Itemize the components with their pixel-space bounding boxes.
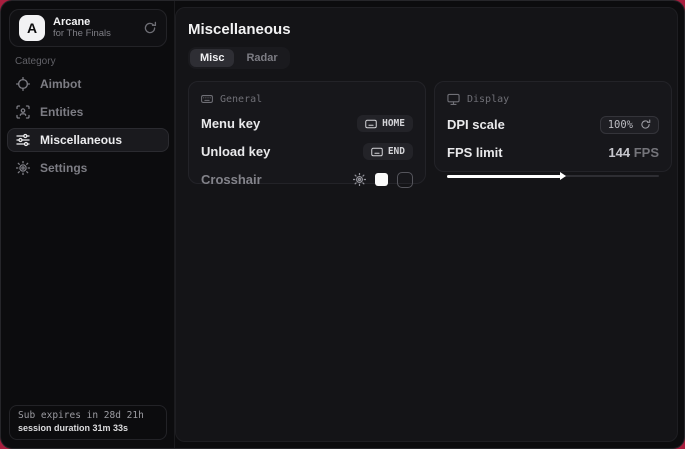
sidebar-item-entities[interactable]: Entities <box>7 100 169 124</box>
sidebar-item-aimbot[interactable]: Aimbot <box>7 72 169 96</box>
crosshair-color-swatch[interactable] <box>375 173 388 186</box>
display-card: Display DPI scale 100% FPS limit <box>434 81 672 172</box>
menu-key-row: Menu key HOME <box>201 114 413 133</box>
dpi-label: DPI scale <box>447 117 505 132</box>
unload-key-button[interactable]: END <box>363 143 413 160</box>
display-card-header: Display <box>447 93 659 106</box>
dpi-value: 100% <box>608 119 633 131</box>
crosshair-icon <box>16 77 30 91</box>
gear-icon <box>16 161 30 175</box>
app-window: A Arcane for The Finals Category <box>0 0 685 449</box>
category-label: Category <box>15 56 56 67</box>
sidebar-item-settings[interactable]: Settings <box>7 156 169 180</box>
menu-key-value: HOME <box>382 118 405 129</box>
scan-person-icon <box>16 105 30 119</box>
subscription-footer: Sub expires in 28d 21h session duration … <box>9 405 167 440</box>
fps-label: FPS limit <box>447 145 503 160</box>
crosshair-label: Crosshair <box>201 172 262 187</box>
fps-slider-fill <box>447 175 561 178</box>
keyboard-icon <box>365 119 377 129</box>
tab-radar[interactable]: Radar <box>236 49 287 67</box>
fps-slider[interactable] <box>447 175 659 177</box>
general-card-title: General <box>220 94 262 105</box>
tab-bar: Misc Radar <box>188 47 290 69</box>
reset-icon[interactable] <box>640 119 651 130</box>
app-logo: A <box>19 15 45 41</box>
sidebar-item-label: Aimbot <box>40 77 81 91</box>
app-subtitle: for The Finals <box>53 29 143 40</box>
fps-unit: FPS <box>634 145 659 160</box>
dpi-scale-control[interactable]: 100% <box>600 116 659 134</box>
unload-key-row: Unload key END <box>201 142 413 161</box>
refresh-icon[interactable] <box>143 21 157 35</box>
sidebar-item-label: Miscellaneous <box>40 133 122 147</box>
monitor-icon <box>447 93 460 106</box>
session-duration-text: session duration 31m 33s <box>18 423 158 433</box>
crosshair-controls <box>353 172 413 188</box>
sidebar-item-label: Entities <box>40 105 83 119</box>
page-title: Miscellaneous <box>188 21 291 38</box>
logo-text: Arcane for The Finals <box>53 16 143 40</box>
crosshair-settings-gear-icon[interactable] <box>353 173 366 186</box>
menu-key-label: Menu key <box>201 116 260 131</box>
crosshair-row: Crosshair <box>201 170 413 189</box>
keyboard-icon <box>201 93 213 105</box>
app-title: Arcane <box>53 16 143 29</box>
display-card-title: Display <box>467 94 509 105</box>
fps-readout: 144 FPS <box>608 145 659 160</box>
logo-card: A Arcane for The Finals <box>9 9 167 47</box>
keyboard-icon <box>371 147 383 157</box>
fps-value: 144 <box>608 145 630 160</box>
fps-slider-thumb[interactable] <box>560 172 566 180</box>
sidebar-item-label: Settings <box>40 161 87 175</box>
unload-key-value: END <box>388 146 405 157</box>
sub-expires-text: Sub expires in 28d 21h <box>18 410 158 421</box>
sliders-icon <box>16 133 30 147</box>
tab-misc[interactable]: Misc <box>190 49 234 67</box>
unload-key-label: Unload key <box>201 144 270 159</box>
crosshair-checkbox[interactable] <box>397 172 413 188</box>
sidebar-item-miscellaneous[interactable]: Miscellaneous <box>7 128 169 152</box>
general-card: General Menu key HOME Unload key <box>188 81 426 184</box>
menu-key-button[interactable]: HOME <box>357 115 413 132</box>
general-card-header: General <box>201 93 413 105</box>
fps-row: FPS limit 144 FPS <box>447 143 659 162</box>
sidebar: A Arcane for The Finals Category <box>1 1 175 448</box>
sidebar-nav: Aimbot Entities <box>7 72 169 184</box>
main-panel: Miscellaneous Misc Radar General Men <box>175 7 678 442</box>
dpi-row: DPI scale 100% <box>447 115 659 134</box>
